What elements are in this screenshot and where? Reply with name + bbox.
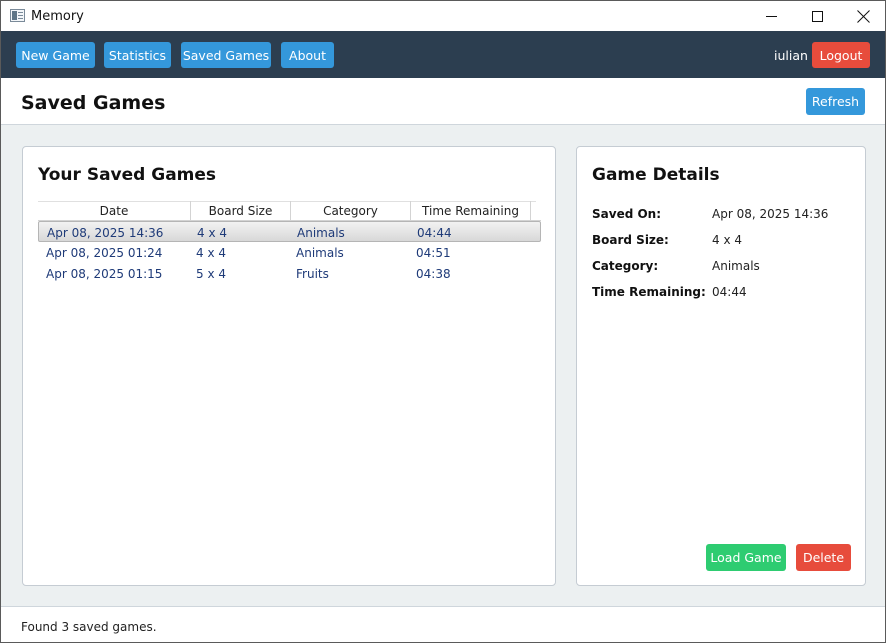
close-button[interactable] (840, 1, 885, 31)
app-icon (10, 9, 25, 22)
logout-button[interactable]: Logout (812, 42, 870, 68)
status-text: Found 3 saved games. (21, 620, 157, 634)
column-header-date[interactable]: Date (38, 201, 191, 221)
page-header: Saved Games Refresh (1, 78, 885, 125)
table-header: Date Board Size Category Time Remaining (38, 201, 541, 221)
detail-label: Category: (592, 259, 659, 273)
detail-value: Apr 08, 2025 14:36 (712, 207, 829, 221)
about-button[interactable]: About (281, 42, 334, 68)
close-icon (857, 10, 870, 23)
table-row[interactable]: Apr 08, 2025 01:24 4 x 4 Animals 04:51 (38, 242, 541, 263)
nav-bar: New Game Statistics Saved Games About iu… (1, 31, 885, 78)
refresh-button[interactable]: Refresh (806, 88, 865, 115)
detail-value: Animals (712, 259, 760, 273)
game-details-panel: Game Details Saved On: Apr 08, 2025 14:3… (576, 146, 866, 586)
statistics-button[interactable]: Statistics (104, 42, 171, 68)
cell-date: Apr 08, 2025 01:15 (46, 266, 163, 281)
saved-games-panel-title: Your Saved Games (38, 165, 217, 185)
table-body: Apr 08, 2025 14:36 4 x 4 Animals 04:44 A… (38, 221, 541, 284)
new-game-button[interactable]: New Game (16, 42, 95, 68)
title-bar[interactable]: Memory (1, 1, 885, 31)
cell-time-remaining: 04:38 (416, 266, 451, 281)
detail-label: Saved On: (592, 207, 662, 221)
app-window: Memory New Game Statistics Saved Games A… (0, 0, 886, 643)
detail-value: 04:44 (712, 285, 747, 299)
game-details-title: Game Details (592, 165, 720, 185)
username-label: iulian (774, 48, 808, 63)
maximize-icon (811, 10, 823, 22)
detail-label: Board Size: (592, 233, 669, 247)
cell-category: Fruits (296, 266, 329, 281)
cell-date: Apr 08, 2025 01:24 (46, 245, 163, 260)
cell-time-remaining: 04:44 (417, 225, 452, 240)
saved-games-table: Date Board Size Category Time Remaining … (38, 201, 541, 284)
cell-board-size: 4 x 4 (197, 225, 227, 240)
load-game-button[interactable]: Load Game (706, 544, 786, 571)
page-title: Saved Games (21, 92, 166, 114)
status-bar: Found 3 saved games. (1, 606, 885, 642)
detail-value: 4 x 4 (712, 233, 742, 247)
table-row[interactable]: Apr 08, 2025 01:15 5 x 4 Fruits 04:38 (38, 263, 541, 284)
minimize-button[interactable] (748, 1, 794, 31)
cell-category: Animals (297, 225, 345, 240)
cell-board-size: 5 x 4 (196, 266, 226, 281)
window-title: Memory (31, 9, 84, 24)
saved-games-button[interactable]: Saved Games (181, 42, 271, 68)
detail-label: Time Remaining: (592, 285, 706, 299)
cell-category: Animals (296, 245, 344, 260)
cell-time-remaining: 04:51 (416, 245, 451, 260)
column-header-board-size[interactable]: Board Size (191, 201, 291, 221)
cell-date: Apr 08, 2025 14:36 (47, 225, 164, 240)
saved-games-panel: Your Saved Games Date Board Size Categor… (22, 146, 556, 586)
column-header-time-remaining[interactable]: Time Remaining (411, 201, 531, 221)
table-row[interactable]: Apr 08, 2025 14:36 4 x 4 Animals 04:44 (38, 221, 541, 242)
column-header-category[interactable]: Category (291, 201, 411, 221)
delete-button[interactable]: Delete (796, 544, 851, 571)
minimize-icon (765, 15, 777, 17)
maximize-button[interactable] (794, 1, 840, 31)
cell-board-size: 4 x 4 (196, 245, 226, 260)
